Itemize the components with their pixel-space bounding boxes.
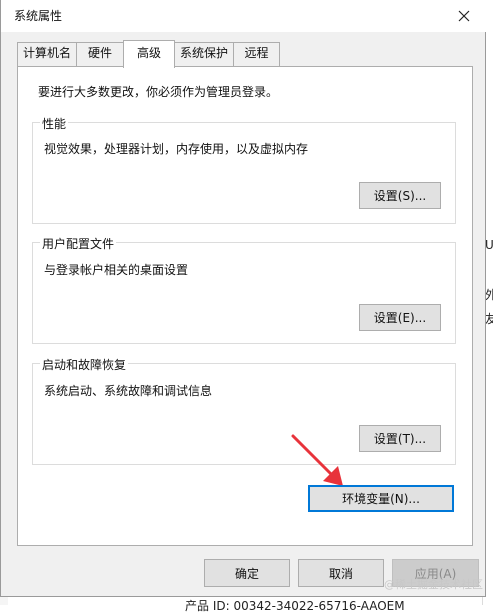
environment-variables-button[interactable]: 环境变量(N)... <box>308 485 454 512</box>
title-bar[interactable]: 系统属性 <box>1 0 486 32</box>
user-profile-group: 用户配置文件 与登录帐户相关的桌面设置 设置(E)... <box>32 235 456 344</box>
cancel-button[interactable]: 取消 <box>298 559 384 587</box>
dialog-title: 系统属性 <box>14 9 63 23</box>
tab-hardware[interactable]: 硬件 <box>76 42 124 66</box>
close-button[interactable] <box>442 0 486 32</box>
startup-recovery-description: 系统启动、系统故障和调试信息 <box>44 384 213 398</box>
performance-description: 视觉效果，处理器计划，内存使用，以及虚拟内存 <box>44 142 309 156</box>
user-profile-group-title: 用户配置文件 <box>40 235 117 252</box>
startup-recovery-group: 启动和故障恢复 系统启动、系统故障和调试信息 设置(T)... <box>32 356 456 465</box>
system-properties-dialog: 系统属性 计算机名 硬件 高级 系统保护 远程 要进行大多数更改，你必须作为管理… <box>0 0 486 597</box>
tab-computer-name[interactable]: 计算机名 <box>17 42 77 66</box>
startup-recovery-group-title: 启动和故障恢复 <box>40 356 129 373</box>
tab-system-protection[interactable]: 系统保护 <box>174 42 234 66</box>
red-arrow-icon <box>291 434 343 486</box>
tab-remote[interactable]: 远程 <box>233 42 280 66</box>
close-icon <box>458 10 470 22</box>
performance-group: 性能 视觉效果，处理器计划，内存使用，以及虚拟内存 设置(S)... <box>32 115 456 224</box>
background-char: U <box>485 238 493 252</box>
background-char: 外 <box>485 288 493 302</box>
user-profile-description: 与登录帐户相关的桌面设置 <box>44 263 189 277</box>
admin-note: 要进行大多数更改，你必须作为管理员登录。 <box>38 85 279 99</box>
ok-button[interactable]: 确定 <box>204 559 290 587</box>
user-profile-settings-button[interactable]: 设置(E)... <box>359 304 441 331</box>
tab-advanced[interactable]: 高级 <box>123 40 175 68</box>
watermark: @稀土掘金技术社区 <box>384 578 483 591</box>
performance-group-title: 性能 <box>40 115 69 132</box>
background-product-id: 产品 ID: 00342-34022-65716-AAOEM <box>185 599 405 613</box>
performance-settings-button[interactable]: 设置(S)... <box>359 182 441 209</box>
background-char: 友 <box>485 312 493 326</box>
startup-recovery-settings-button[interactable]: 设置(T)... <box>359 425 441 452</box>
